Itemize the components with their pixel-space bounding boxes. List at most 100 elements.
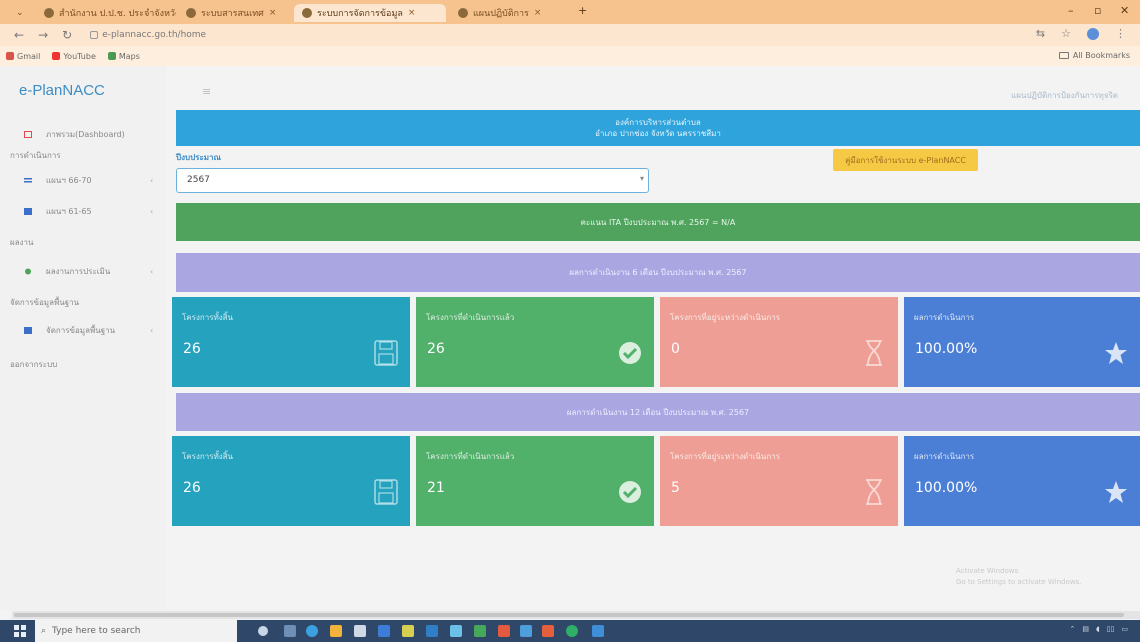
reload-icon[interactable]: ↻ [62,28,72,42]
sidebar-logout-link[interactable]: ออกจากระบบ [10,358,57,371]
edge-icon[interactable] [306,625,318,637]
year-select-value: 2567 [187,175,210,185]
stat-card-label: โครงการที่ดำเนินการแล้ว [426,452,515,461]
scrollbar-thumb[interactable] [14,613,1124,617]
banner-line-1: องค์การบริหารส่วนตำบล [615,118,701,127]
sidebar-item-plan-61-65[interactable]: แผนฯ 61-65 ‹ [24,205,153,218]
network-icon[interactable]: ▤ [1082,625,1089,633]
stat-card-in-progress: โครงการที่อยู่ระหว่างดำเนินการ 0 [660,297,898,387]
browser-tab[interactable]: สำนักงาน ป.ป.ช. ประจำจังหวัด × [36,4,176,22]
favicon-icon [458,8,468,18]
twelve-month-title: ผลการดำเนินงาน 12 เดือน ปีงบประมาณ พ.ศ. … [176,393,1140,431]
sidebar-item-plan-66-70[interactable]: แผนฯ 66-70 ‹ [24,174,153,187]
star-icon [1105,481,1127,503]
tab-search-button[interactable]: ⌄ [8,4,34,22]
breadcrumb: แผนปฏิบัติการป้องกันการทุจริต [1011,91,1118,100]
stat-card-in-progress: โครงการที่อยู่ระหว่างดำเนินการ 5 [660,436,898,526]
youtube-icon [52,52,61,60]
year-select[interactable]: 2567 ▾ [176,168,649,193]
sidebar-item-dashboard[interactable]: ภาพรวม(Dashboard) [24,128,125,141]
organization-banner: องค์การบริหารส่วนตำบล อำเภอ ปากช่อง จังห… [176,110,1140,146]
bookmark-maps[interactable]: Maps [107,52,140,61]
close-icon[interactable]: × [269,8,277,18]
close-window-button[interactable]: ✕ [1120,4,1129,17]
bookmark-gmail[interactable]: Gmail [6,52,40,61]
floppy-disk-icon [374,479,398,505]
browser-tab[interactable]: แผนปฏิบัติการ × [450,4,572,22]
windows-start-icon[interactable] [14,625,26,637]
task-view-icon[interactable] [284,625,296,637]
sidebar-item-base-data[interactable]: จัดการข้อมูลพื้นฐาน ‹ [24,324,153,337]
sidebar-section-eval: ผลงาน [10,238,34,247]
minimize-button[interactable]: – [1068,4,1074,17]
forward-arrow-icon[interactable]: → [38,28,48,42]
new-tab-button[interactable]: + [578,4,587,17]
bookmark-star-icon[interactable]: ☆ [1061,27,1071,40]
close-icon[interactable]: × [534,8,542,18]
chevron-left-icon: ‹ [150,267,154,276]
app-icon[interactable] [592,625,604,637]
stat-card-result: ผลการดำเนินการ 100.00% [904,297,1140,387]
stat-card-total-projects: โครงการทั้งสิ้น 26 [172,297,410,387]
banner-line-2: อำเภอ ปากช่อง จังหวัด นครราชสีมา [595,129,721,138]
leaf-icon [25,268,31,275]
square-icon [24,208,32,215]
address-bar: ← → ↻ e-plannacc.go.th/home ⇆ ☆ ⋮ [0,24,1140,46]
stat-card-label: ผลการดำเนินการ [914,313,975,322]
cortana-icon[interactable] [258,626,268,636]
file-explorer-icon[interactable] [330,625,342,637]
word-icon[interactable] [426,625,438,637]
stat-card-value: 100.00% [915,341,978,357]
app-icon[interactable] [450,625,462,637]
gmail-icon [6,52,14,60]
chrome-icon[interactable] [566,625,578,637]
chevron-left-icon: ‹ [150,326,154,335]
translate-icon[interactable]: ⇆ [1036,27,1045,40]
taskbar-search-box[interactable]: ⌕ Type here to search [35,620,237,642]
menu-toggle-icon[interactable]: ≡ [202,85,211,98]
horizontal-scrollbar[interactable] [12,611,1140,619]
system-tray: ⌃ ▤ ◖ ▯▯ ▭ [1069,625,1128,633]
url-field[interactable]: e-plannacc.go.th/home [90,30,206,40]
store-icon[interactable] [354,625,366,637]
stat-card-label: โครงการที่ดำเนินการแล้ว [426,313,515,322]
browser-tab-active[interactable]: ระบบการจัดการข้อมูล × [294,4,446,22]
clock[interactable]: ▯▯ [1107,625,1115,633]
chevron-left-icon: ‹ [150,176,154,185]
folder-icon [1058,52,1069,59]
maps-icon [107,52,116,60]
bookmark-youtube[interactable]: YouTube [52,52,96,61]
browser-tab[interactable]: ระบบสารสนเทศ × [178,4,288,22]
sidebar: e-PlanNACC ภาพรวม(Dashboard) การดำเนินกา… [0,66,166,610]
volume-icon[interactable]: ◖ [1096,625,1100,633]
mail-icon[interactable] [378,625,390,637]
notification-icon[interactable]: ▭ [1121,625,1128,633]
back-arrow-icon[interactable]: ← [14,28,24,42]
stat-card-value: 21 [427,480,445,496]
profile-avatar[interactable] [1087,27,1099,40]
stat-card-completed: โครงการที่ดำเนินการแล้ว 21 [416,436,654,526]
all-bookmarks-button[interactable]: All Bookmarks [1058,51,1130,60]
search-icon: ⌕ [41,626,47,636]
maximize-button[interactable]: ▫ [1094,4,1101,17]
menu-dots-icon[interactable]: ⋮ [1115,27,1126,40]
address-bar-actions: ⇆ ☆ ⋮ [1036,27,1126,40]
app-icon[interactable] [498,625,510,637]
tray-chevron-icon[interactable]: ⌃ [1069,625,1075,633]
app-icon[interactable] [520,625,532,637]
browser-tab-bar: ⌄ สำนักงาน ป.ป.ช. ประจำจังหวัด × ระบบสาร… [0,0,1140,24]
sidebar-section-plans: การดำเนินการ [10,151,61,160]
sidebar-item-evaluation[interactable]: ผลงานการประเมิน ‹ [24,265,153,278]
line-icon[interactable] [474,625,486,637]
app-icon[interactable] [542,625,554,637]
app-icon[interactable] [402,625,414,637]
app-logo-text[interactable]: e-PlanNACC [19,82,105,99]
chevron-left-icon: ‹ [150,207,154,216]
year-label: ปีงบประมาณ [176,153,221,162]
user-manual-button[interactable]: คู่มือการใช้งานระบบ e-PlanNACC [833,149,978,171]
bookmarks-bar: Gmail YouTube Maps All Bookmarks [0,46,1140,66]
list-icon [24,178,32,183]
stat-card-label: โครงการที่อยู่ระหว่างดำเนินการ [670,452,780,461]
site-info-icon[interactable] [90,31,99,39]
close-icon[interactable]: × [408,8,416,18]
